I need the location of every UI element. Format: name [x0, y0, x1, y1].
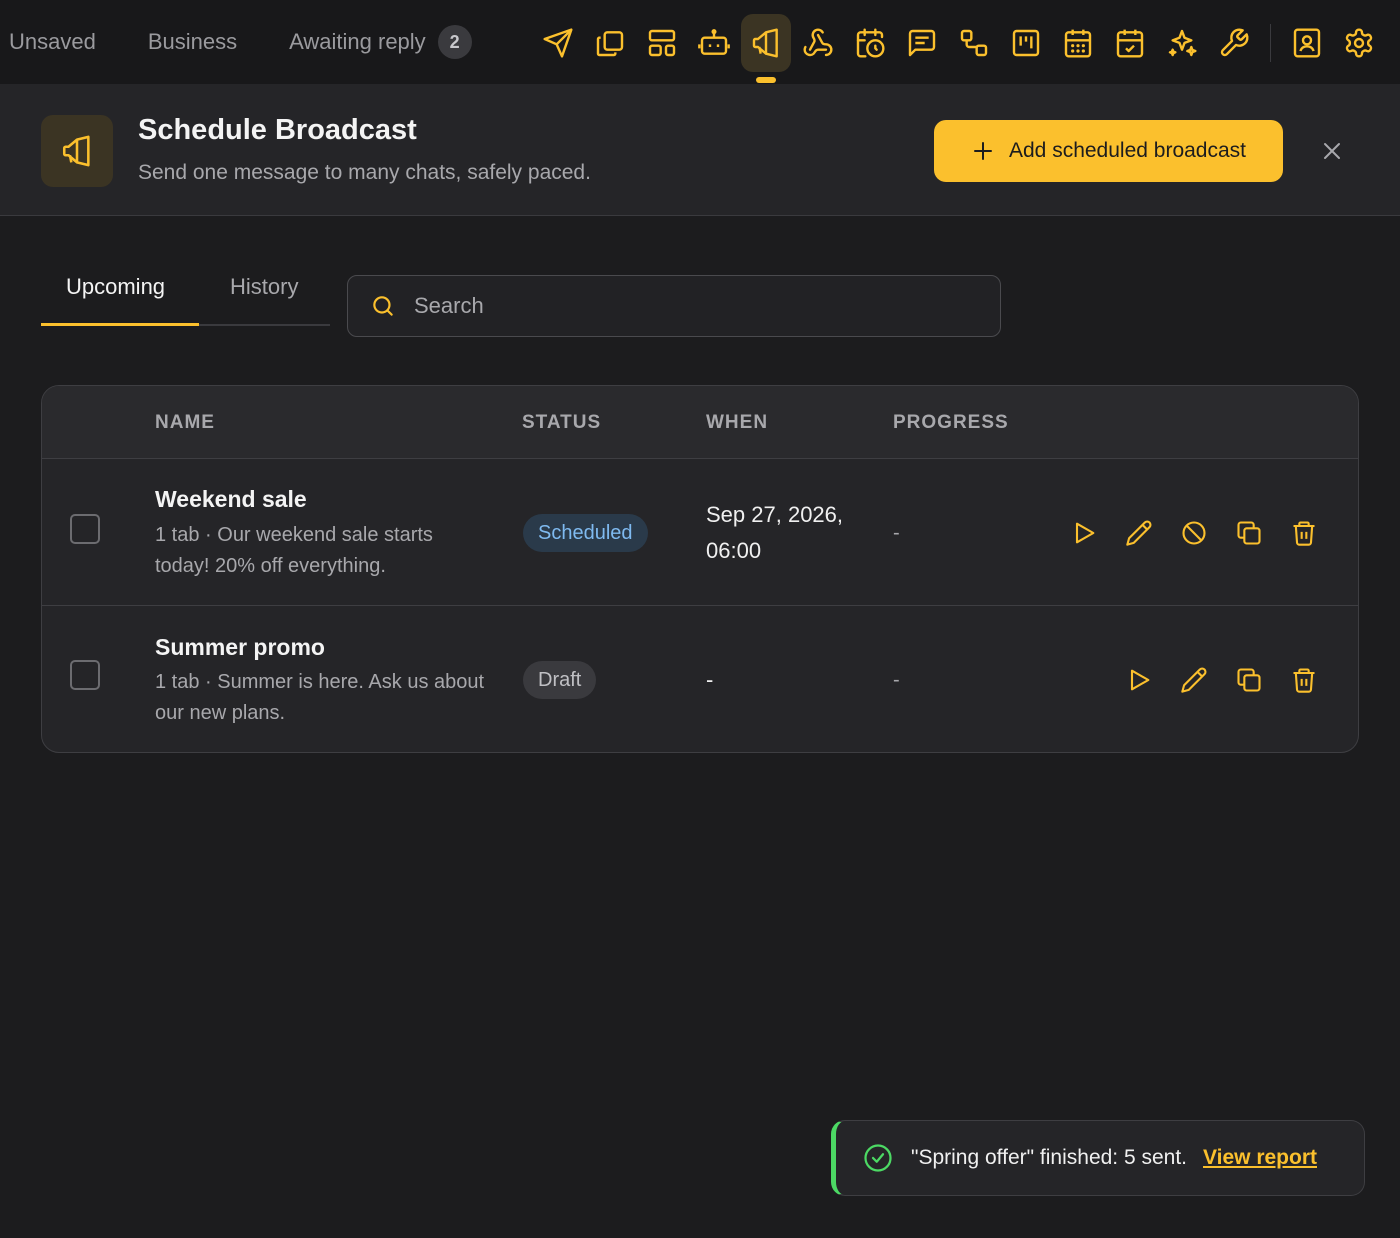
chat-tab-unsaved[interactable]: Unsaved — [9, 0, 96, 84]
tab-history[interactable]: History — [230, 274, 298, 300]
broadcast-progress: - — [893, 669, 900, 691]
search-icon — [373, 296, 393, 316]
duplicate-icon[interactable] — [1232, 663, 1266, 697]
cancel-icon[interactable] — [1177, 516, 1211, 550]
bot-icon[interactable] — [688, 14, 740, 72]
view-report-link[interactable]: View report — [1203, 1146, 1317, 1170]
calendar-check-icon[interactable] — [1104, 14, 1156, 72]
active-tab-indicator — [41, 323, 199, 326]
megaphone-icon[interactable] — [740, 14, 792, 83]
column-header-status[interactable]: STATUS — [522, 412, 601, 434]
duplicate-icon[interactable] — [1232, 516, 1266, 550]
gear-icon[interactable] — [1333, 14, 1385, 72]
status-badge: Scheduled — [523, 514, 648, 552]
chat-tab-label: Awaiting reply — [289, 29, 426, 54]
chat-tab-label: Business — [147, 29, 238, 54]
message-icon[interactable] — [896, 14, 948, 72]
trash-icon[interactable] — [1287, 516, 1321, 550]
kanban-icon[interactable] — [1000, 14, 1052, 72]
play-icon[interactable] — [1067, 516, 1101, 550]
plus-icon — [974, 142, 992, 160]
tab-upcoming[interactable]: Upcoming — [66, 274, 165, 300]
send-icon[interactable] — [532, 14, 584, 72]
column-header-when[interactable]: WHEN — [706, 412, 768, 434]
broadcast-name: Weekend sale — [155, 486, 307, 512]
toast-notification: "Spring offer" finished: 5 sent. View re… — [831, 1120, 1365, 1196]
calendar-clock-icon[interactable] — [844, 14, 896, 72]
check-circle-icon — [863, 1143, 893, 1173]
toast-message: "Spring offer" finished: 5 sent. — [911, 1146, 1188, 1169]
chat-tab-label: Unsaved — [9, 29, 96, 54]
page-title: Schedule Broadcast — [138, 114, 417, 146]
play-icon[interactable] — [1122, 663, 1156, 697]
tool-bar — [532, 14, 1385, 83]
wrench-icon[interactable] — [1208, 14, 1260, 72]
add-button-label: Add scheduled broadcast — [1009, 139, 1246, 162]
row-checkbox[interactable] — [70, 514, 100, 544]
layout-icon[interactable] — [636, 14, 688, 72]
pencil-icon[interactable] — [1122, 516, 1156, 550]
contact-icon[interactable] — [1281, 14, 1333, 72]
broadcast-description: 1 tab · Summer is here. Ask us about our… — [155, 671, 485, 724]
chat-filter-tabs: Unsaved Business Awaiting reply 2 — [0, 0, 472, 84]
search-input[interactable] — [414, 293, 974, 319]
pencil-icon[interactable] — [1177, 663, 1211, 697]
status-badge: Draft — [523, 661, 597, 699]
close-icon[interactable] — [1316, 135, 1348, 167]
page-subtitle: Send one message to many chats, safely p… — [138, 161, 591, 184]
broadcast-description: 1 tab · Our weekend sale starts today! 2… — [155, 524, 433, 577]
webhook-icon[interactable] — [792, 14, 844, 72]
broadcast-name: Summer promo — [155, 634, 325, 660]
broadcast-when: - — [706, 667, 714, 692]
broadcast-table: NAME STATUS WHEN PROGRESS Weekend sale 1… — [41, 385, 1359, 753]
table-row: Summer promo 1 tab · Summer is here. Ask… — [42, 607, 1358, 752]
calendar-icon[interactable] — [1052, 14, 1104, 72]
add-scheduled-broadcast-button[interactable]: Add scheduled broadcast — [934, 120, 1283, 182]
view-tabs: Upcoming History — [41, 262, 330, 326]
megaphone-icon — [41, 115, 113, 187]
awaiting-count-badge: 2 — [437, 25, 472, 59]
broadcast-progress: - — [893, 522, 900, 544]
chat-tab-awaiting-reply[interactable]: Awaiting reply 2 — [289, 0, 472, 84]
table-header: NAME STATUS WHEN PROGRESS — [42, 386, 1358, 459]
table-row: Weekend sale 1 tab · Our weekend sale st… — [42, 460, 1358, 606]
column-header-name[interactable]: NAME — [155, 412, 215, 434]
row-checkbox[interactable] — [70, 660, 100, 690]
toolbar-divider — [1270, 24, 1271, 62]
trash-icon[interactable] — [1287, 663, 1321, 697]
copy-icon[interactable] — [584, 14, 636, 72]
flow-icon[interactable] — [948, 14, 1000, 72]
broadcast-when: Sep 27, 2026, 06:00 — [706, 502, 844, 563]
top-bar: Unsaved Business Awaiting reply 2 — [0, 0, 1400, 84]
chat-tab-business[interactable]: Business — [148, 0, 237, 84]
sparkles-icon[interactable] — [1156, 14, 1208, 72]
column-header-progress[interactable]: PROGRESS — [893, 412, 1009, 434]
page-header: Schedule Broadcast Send one message to m… — [0, 84, 1400, 216]
search-box — [347, 275, 1001, 337]
